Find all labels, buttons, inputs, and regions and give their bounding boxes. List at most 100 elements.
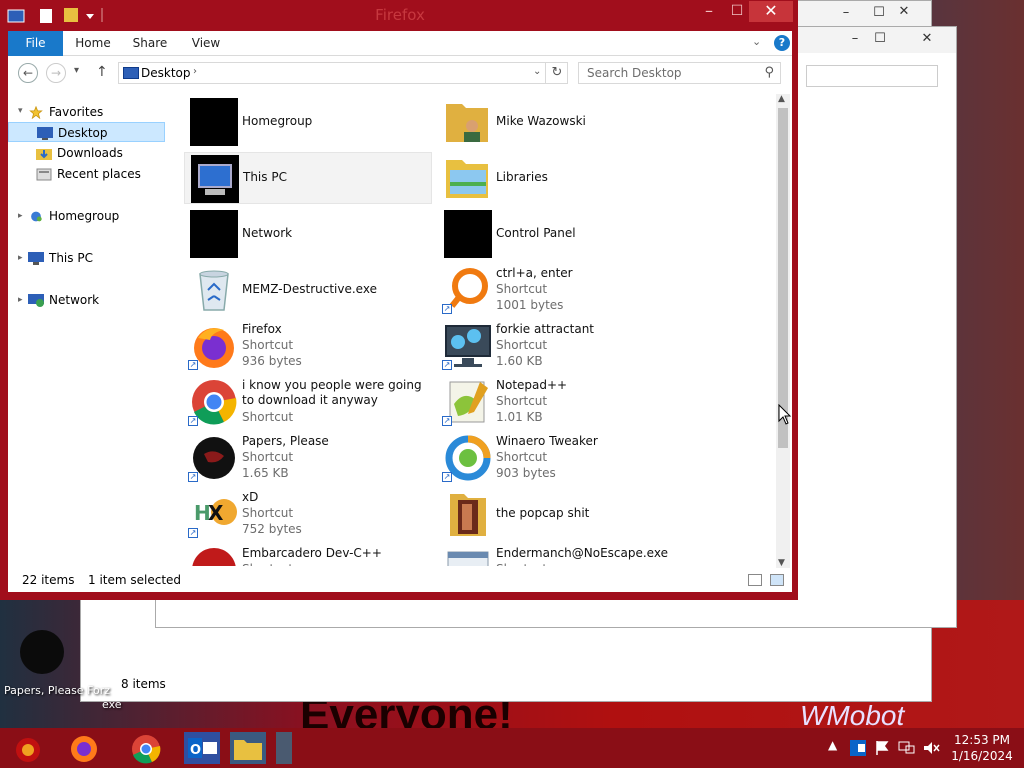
refresh-button[interactable]: ↻ (545, 63, 568, 83)
maximize-button[interactable]: ☐ (868, 29, 892, 49)
file-item-ctrl-a-enter[interactable]: ↗ ctrl+a, enter Shortcut 1001 bytes (438, 264, 686, 316)
recycle-bin-icon (199, 270, 229, 311)
file-item-winaero-tweaker[interactable]: ↗ Winaero Tweaker Shortcut 903 bytes (438, 432, 686, 484)
details-view-icon[interactable] (748, 574, 762, 586)
nav-item-desktop[interactable]: Desktop (8, 122, 165, 142)
nav-homegroup[interactable]: Homegroup (28, 206, 119, 226)
homegroup-icon (31, 211, 42, 222)
file-name: Notepad++ (496, 378, 568, 392)
file-item-devcpp[interactable]: DEV Embarcadero Dev-C++ Shortcut (184, 544, 432, 566)
file-type: Shortcut (496, 282, 548, 296)
libraries-icon (446, 160, 488, 198)
title-bar[interactable]: Firefox – ☐ ✕ (0, 0, 798, 30)
maximize-button[interactable]: ☐ (724, 0, 750, 22)
clock-date: 1/16/2024 (951, 749, 1013, 763)
file-item-network[interactable]: Network (184, 208, 432, 260)
tab-share[interactable]: Share (126, 31, 174, 55)
scroll-down-icon[interactable]: ▼ (778, 558, 785, 568)
address-bar[interactable]: Desktop › ⌄ ↻ (118, 62, 568, 84)
nav-favorites-label: Favorites (49, 105, 104, 119)
shortcut-arrow-icon: ↗ (442, 360, 452, 370)
close-button[interactable]: ✕ (904, 29, 950, 49)
file-item-control-panel[interactable]: Control Panel (438, 208, 686, 260)
background-search-input[interactable] (806, 65, 938, 87)
file-name: xD (242, 490, 259, 504)
nav-item-recent-places[interactable]: Recent places (36, 164, 141, 184)
black-square-icon (444, 210, 492, 258)
collapse-icon[interactable]: ▾ (18, 106, 23, 116)
file-name: ctrl+a, enter (496, 266, 573, 280)
tab-view[interactable]: View (184, 31, 228, 55)
breadcrumb-chevron-icon[interactable]: › (193, 66, 197, 77)
help-icon[interactable]: ? (774, 35, 790, 51)
close-button[interactable]: ✕ (881, 2, 927, 22)
file-size: 752 bytes (242, 522, 302, 536)
close-button[interactable]: ✕ (749, 1, 793, 22)
user-folder-icon (446, 104, 488, 142)
file-item-mike-wazowski[interactable]: Mike Wazowski (438, 96, 686, 148)
up-button[interactable]: ↑ (96, 64, 108, 80)
expand-icon[interactable]: ▸ (18, 253, 23, 263)
nav-favorites[interactable]: Favorites (28, 102, 103, 122)
firefox-taskbar-icon[interactable] (66, 732, 102, 764)
system-clock[interactable]: 12:53 PM 1/16/2024 (950, 732, 1014, 764)
file-size: 936 bytes (242, 354, 302, 368)
status-bar: 22 items 1 item selected (8, 570, 792, 592)
show-hidden-icons[interactable]: ▲ (828, 738, 837, 752)
address-text[interactable]: Desktop (141, 66, 191, 80)
file-item-popcap[interactable]: the popcap shit (438, 488, 686, 540)
file-name: Network (242, 226, 293, 240)
large-icons-view-icon[interactable] (770, 574, 784, 586)
file-item-forkie-attractant[interactable]: ↗ forkie attractant Shortcut 1.60 KB (438, 320, 686, 372)
minimize-button[interactable]: – (694, 0, 724, 22)
expand-icon[interactable]: ▸ (18, 295, 23, 305)
vertical-scrollbar[interactable]: ▲ ▼ (776, 94, 790, 568)
network-tray-icon[interactable] (898, 740, 916, 756)
scrollbar-thumb[interactable] (778, 108, 788, 448)
file-item-libraries[interactable]: Libraries (438, 152, 686, 204)
tab-home[interactable]: Home (70, 31, 116, 55)
file-item-notepad-plus-plus[interactable]: ↗ Notepad++ Shortcut 1.01 KB (438, 376, 686, 428)
back-button[interactable]: ← (18, 63, 38, 83)
minimize-button[interactable]: – (823, 3, 869, 23)
quick-access-toolbar (6, 6, 106, 27)
outlook-tray-icon[interactable] (850, 740, 866, 756)
flag-icon[interactable] (874, 740, 890, 756)
file-type: Shortcut (242, 562, 293, 566)
window-title: Firefox (375, 6, 425, 24)
downloads-folder-icon (36, 149, 52, 160)
file-item-homegroup[interactable]: Homegroup (184, 96, 432, 148)
ribbon-expand-icon[interactable]: ⌄ (752, 35, 761, 48)
papers-please-icon (20, 630, 64, 674)
start-button-icon[interactable] (10, 732, 46, 764)
explorer-window-thumbnail[interactable] (276, 732, 292, 764)
file-item-memz[interactable]: MEMZ-Destructive.exe (184, 264, 432, 316)
volume-muted-icon[interactable] (922, 740, 940, 756)
this-pc-icon (28, 252, 44, 265)
recent-locations-button[interactable]: ▾ (74, 65, 79, 76)
file-type: Shortcut (242, 410, 294, 424)
search-input[interactable]: Search Desktop ⚲ (578, 62, 781, 84)
forward-button[interactable]: → (46, 63, 66, 83)
nav-item-downloads[interactable]: Downloads (36, 143, 123, 163)
file-name: forkie attractant (496, 322, 594, 336)
file-type: Shortcut (496, 394, 548, 408)
expand-icon[interactable]: ▸ (18, 211, 23, 221)
chrome-taskbar-icon[interactable] (128, 732, 164, 764)
search-icon[interactable]: ⚲ (764, 65, 774, 80)
nav-this-pc[interactable]: This PC (28, 248, 93, 268)
scroll-up-icon[interactable]: ▲ (778, 94, 785, 104)
nav-network[interactable]: Network (28, 290, 99, 310)
file-item-papers-please[interactable]: ↗ Papers, Please Shortcut 1.65 KB (184, 432, 432, 484)
file-explorer-taskbar-icon[interactable] (230, 732, 266, 764)
file-size: 1.60 KB (496, 354, 543, 368)
address-dropdown-icon[interactable]: ⌄ (533, 66, 541, 77)
outlook-taskbar-icon[interactable]: O (184, 732, 220, 764)
file-item-chrome[interactable]: ↗ i know you people were going to downlo… (184, 376, 432, 428)
file-item-noescape[interactable]: Endermanch@NoEscape.exe Shortcut (438, 544, 686, 566)
file-item-xd[interactable]: HX ↗ xD Shortcut 752 bytes (184, 488, 432, 540)
file-item-firefox[interactable]: ↗ Firefox Shortcut 936 bytes (184, 320, 432, 372)
file-item-this-pc[interactable]: This PC (184, 152, 432, 204)
file-name: Control Panel (496, 226, 576, 240)
explorer-window: Firefox – ☐ ✕ File Home Share View ⌄ ? ←… (0, 0, 798, 600)
